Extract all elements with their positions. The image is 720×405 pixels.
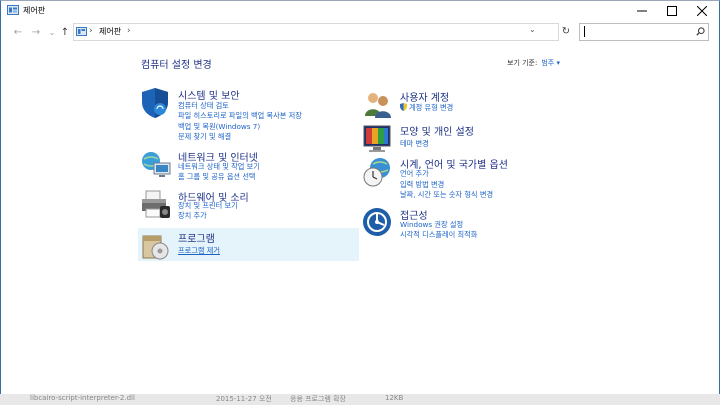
search-icon[interactable] — [696, 27, 705, 36]
background-explorer-row: libcairo-script-interpreter-2.dll 2015-1… — [0, 394, 720, 405]
minimize-icon — [637, 10, 647, 11]
link-troubleshoot[interactable]: 문제 찾기 및 해결 — [178, 132, 231, 142]
background-file-name: libcairo-script-interpreter-2.dll — [30, 394, 135, 402]
clock-globe-icon[interactable] — [362, 156, 394, 188]
control-panel-icon — [7, 5, 19, 15]
printer-icon[interactable] — [140, 189, 172, 221]
address-dropdown-button[interactable]: ⌄ — [529, 25, 536, 34]
link-optimize-display[interactable]: 시각적 디스플레이 최적화 — [400, 230, 477, 240]
category-title[interactable]: 사용자 계정 — [400, 89, 449, 104]
view-by: 보기 기준: 범주 ▾ — [507, 58, 560, 68]
category-appearance: 모양 및 개인 설정 테마 변경 — [362, 123, 582, 152]
up-button[interactable]: ↑ — [58, 25, 72, 39]
background-file-type: 응용 프로그램 확장 — [290, 395, 346, 403]
link-add-device[interactable]: 장치 추가 — [178, 211, 207, 221]
link-recommended-settings[interactable]: Windows 권장 설정 — [400, 220, 463, 230]
category-user-accounts: 사용자 계정 계정 유형 변경 — [362, 89, 582, 119]
link-change-theme[interactable]: 테마 변경 — [400, 139, 429, 149]
control-panel-icon — [76, 27, 87, 36]
view-by-dropdown[interactable]: 범주 ▾ — [541, 59, 560, 67]
background-file-size: 12KB — [385, 394, 404, 402]
minimize-button[interactable] — [627, 1, 657, 20]
link-homegroup[interactable]: 홈 그룹 및 공유 옵션 선택 — [178, 172, 256, 182]
category-ease-of-access: 접근성 Windows 권장 설정 시각적 디스플레이 최적화 — [362, 207, 582, 241]
forward-button[interactable]: → — [29, 25, 43, 39]
link-change-input-method[interactable]: 입력 방법 변경 — [400, 180, 444, 190]
breadcrumb-separator: › — [89, 26, 93, 36]
link-file-history[interactable]: 파일 히스토리로 파일의 백업 복사본 저장 — [178, 111, 302, 121]
ease-of-access-icon[interactable] — [362, 207, 394, 239]
link-change-date-format[interactable]: 날짜, 시간 또는 숫자 형식 변경 — [400, 190, 493, 200]
programs-icon[interactable] — [140, 230, 172, 262]
uac-shield-icon — [400, 103, 407, 111]
category-clock-region: 시계, 언어 및 국가별 옵션 언어 추가 입력 방법 변경 날짜, 시간 또는… — [362, 156, 582, 200]
category-title[interactable]: 시스템 및 보안 — [178, 87, 240, 102]
back-button[interactable]: ← — [11, 25, 25, 39]
category-system-security: 시스템 및 보안 컴퓨터 상태 검토 파일 히스토리로 파일의 백업 복사본 저… — [140, 87, 360, 143]
category-programs: 프로그램 프로그램 제거 — [140, 230, 360, 260]
category-title[interactable]: 프로그램 — [178, 230, 215, 245]
navigation-bar: ← → ⌄ ↑ › 제어판 › ⌄ ↻ — [1, 22, 719, 42]
address-box[interactable]: › 제어판 › ⌄ — [73, 23, 559, 41]
shield-icon[interactable] — [140, 87, 172, 119]
close-button[interactable] — [687, 1, 717, 20]
category-network-internet: 네트워크 및 인터넷 네트워크 상태 및 작업 보기 홈 그룹 및 공유 옵션 … — [140, 149, 360, 185]
window-title: 제어판 — [23, 6, 46, 15]
title-bar[interactable]: 제어판 — [1, 1, 719, 20]
background-file-date: 2015-11-27 오전 — [216, 395, 272, 403]
breadcrumb-control-panel[interactable]: 제어판 — [99, 26, 121, 37]
link-review-status[interactable]: 컴퓨터 상태 검토 — [178, 101, 229, 111]
search-box[interactable] — [579, 23, 709, 41]
view-by-label: 보기 기준: — [507, 59, 538, 67]
breadcrumb-separator[interactable]: › — [127, 26, 131, 36]
link-backup-restore[interactable]: 백업 및 복원(Windows 7) — [178, 122, 260, 132]
users-icon[interactable] — [362, 89, 394, 121]
category-title[interactable]: 모양 및 개인 설정 — [400, 123, 474, 138]
link-change-account-type[interactable]: 계정 유형 변경 — [400, 103, 453, 113]
appearance-icon[interactable] — [362, 123, 394, 155]
link-label[interactable]: 계정 유형 변경 — [409, 103, 453, 112]
link-devices-printers[interactable]: 장치 및 프린터 보기 — [178, 201, 238, 211]
control-panel-window: 제어판 ← → ⌄ ↑ › 제어판 › ⌄ ↻ 컴퓨터 설정 변경 보기 기준:… — [0, 0, 720, 396]
network-icon[interactable] — [140, 149, 172, 181]
link-uninstall-program[interactable]: 프로그램 제거 — [178, 246, 220, 256]
refresh-button[interactable]: ↻ — [560, 26, 572, 38]
maximize-icon — [667, 5, 677, 16]
search-input[interactable] — [582, 25, 690, 37]
close-icon — [697, 5, 707, 16]
recent-locations-button[interactable]: ⌄ — [45, 25, 59, 39]
category-hardware-sound: 하드웨어 및 소리 장치 및 프린터 보기 장치 추가 — [140, 189, 360, 223]
maximize-button[interactable] — [657, 1, 687, 20]
page-title: 컴퓨터 설정 변경 — [141, 60, 212, 71]
link-add-language[interactable]: 언어 추가 — [400, 169, 429, 179]
link-network-status[interactable]: 네트워크 상태 및 작업 보기 — [178, 162, 260, 172]
